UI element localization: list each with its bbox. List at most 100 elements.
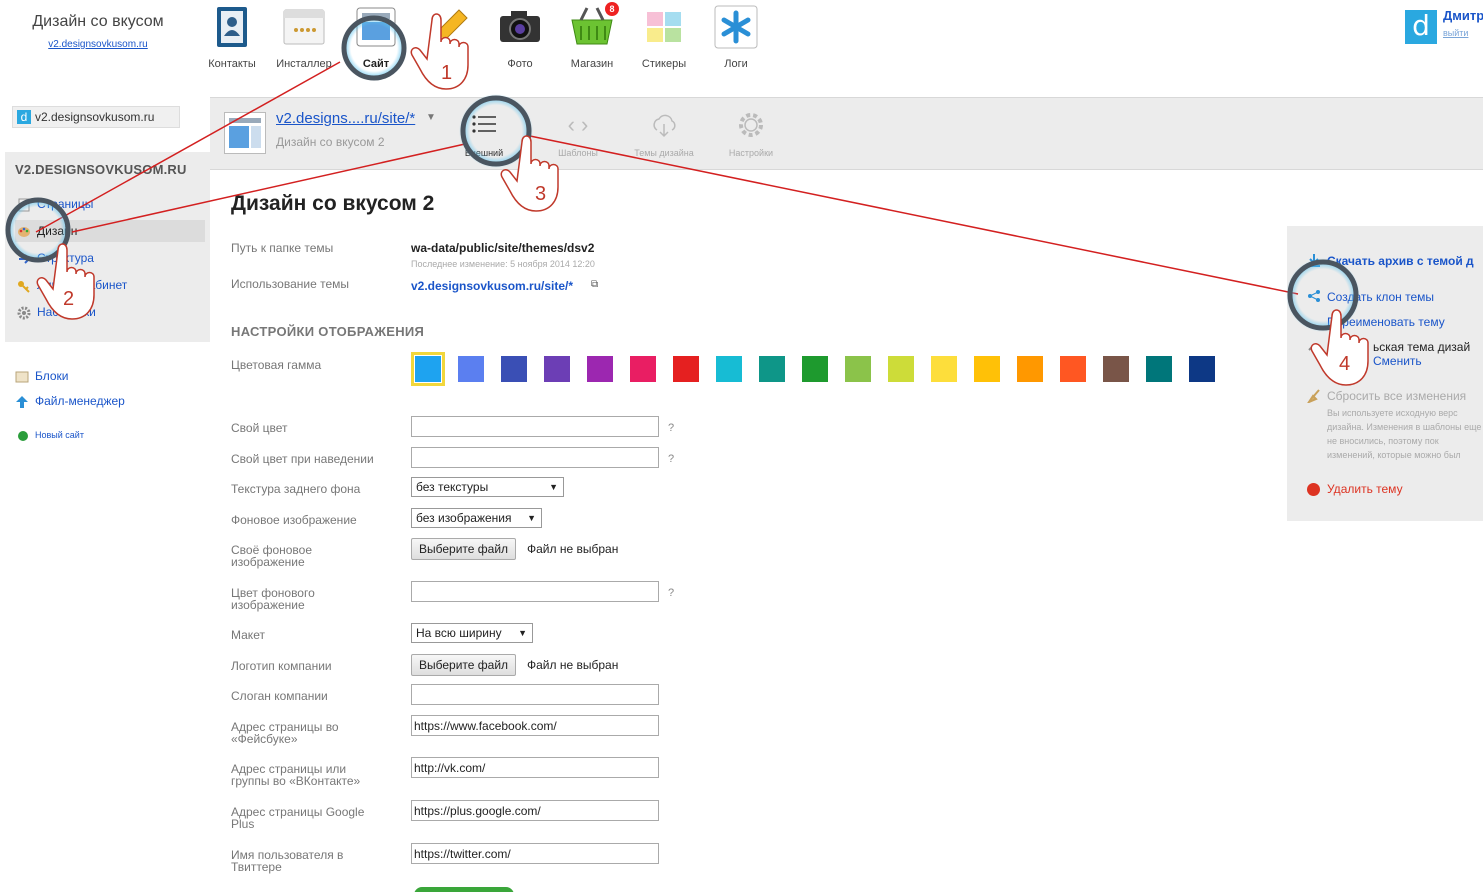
layout-value: На всю ширину	[416, 626, 502, 640]
facebook-input[interactable]	[411, 715, 659, 736]
own-hover-color-input[interactable]	[411, 447, 659, 468]
theme-usage-link[interactable]: v2.designsovkusom.ru/site/*	[411, 279, 573, 293]
no-file-text: Файл не выбран	[527, 542, 619, 556]
color-swatch[interactable]	[931, 356, 957, 382]
app-site[interactable]: Сайт	[344, 4, 408, 70]
tab-appearance[interactable]: Внешний	[444, 110, 524, 158]
color-swatch[interactable]	[845, 356, 871, 382]
app-label: Сайт	[362, 58, 390, 70]
tab-label: Темы дизайна	[634, 148, 694, 158]
new-site-link[interactable]: Новый сайт	[18, 430, 84, 441]
slogan-label: Слоган компании	[231, 689, 328, 703]
app-contacts[interactable]: Контакты	[200, 4, 264, 70]
bg-image-label: Фоновое изображение	[231, 513, 357, 527]
external-link-icon[interactable]: ⧉	[591, 279, 598, 290]
blocks-icon	[15, 370, 29, 384]
google-label: Адрес страницы Google Plus	[231, 805, 365, 831]
sidebar-item-design[interactable]: Дизайн	[15, 220, 205, 242]
tab-themes[interactable]: Темы дизайна	[624, 110, 704, 158]
color-swatch[interactable]	[458, 356, 484, 382]
clone-theme-link[interactable]: Создать клон темы	[1327, 290, 1434, 304]
delete-theme-link[interactable]: Удалить тему	[1327, 482, 1403, 496]
color-swatch[interactable]	[1017, 356, 1043, 382]
basket-icon: 8	[569, 2, 619, 50]
sidebar-item-cabinet[interactable]: Личный кабинет	[15, 274, 205, 296]
reset-changes-link: Сбросить все изменения	[1327, 389, 1467, 403]
site-selector[interactable]: d v2.designsovkusom.ru	[12, 106, 180, 128]
app-logs[interactable]: Логи	[704, 4, 768, 70]
change-parent-link[interactable]: Сменить	[1373, 354, 1422, 368]
color-swatch[interactable]	[759, 356, 785, 382]
theme-actions-panel: Скачать архив с темой д Создать клон тем…	[1287, 226, 1483, 521]
sidebar-item-pages[interactable]: Страницы	[15, 193, 205, 215]
vk-input[interactable]	[411, 757, 659, 778]
color-swatch[interactable]	[630, 356, 656, 382]
app-photo[interactable]: Фото	[488, 4, 552, 70]
slogan-input[interactable]	[411, 684, 659, 705]
color-swatch[interactable]	[716, 356, 742, 382]
app-label: Стикеры	[641, 58, 687, 70]
color-swatch[interactable]	[411, 352, 445, 386]
sidebar-item-settings[interactable]: Настройки	[15, 301, 205, 323]
logout-link[interactable]: выйти	[1443, 28, 1468, 38]
layout-select[interactable]: На всю ширину ▼	[411, 623, 533, 643]
color-swatch[interactable]	[974, 356, 1000, 382]
site-selector-label: v2.designsovkusom.ru	[35, 110, 155, 124]
color-swatch[interactable]	[1189, 356, 1215, 382]
sidebar-item-label: Дизайн	[37, 224, 78, 238]
download-theme-link[interactable]: Скачать архив с темой д	[1327, 254, 1474, 268]
broom-icon	[1306, 389, 1321, 405]
app-stickers[interactable]: Стикеры	[632, 4, 696, 70]
tab-label: Шаблоны	[558, 148, 598, 158]
app-label: Фото	[507, 58, 533, 70]
color-swatch[interactable]	[1146, 356, 1172, 382]
no-file-text: Файл не выбран	[527, 658, 619, 672]
structure-icon	[17, 251, 31, 265]
theme-thumbnail	[224, 112, 266, 154]
sidebar-item-structure[interactable]: Структура	[15, 247, 205, 269]
camera-icon	[497, 4, 543, 50]
help-icon[interactable]: ?	[668, 422, 674, 434]
brand: Дизайн со вкусом v2.designsovkusom.ru	[28, 13, 168, 50]
choose-bg-file-button[interactable]: Выберите файл	[411, 538, 517, 560]
delete-icon	[1307, 483, 1320, 496]
color-swatch[interactable]	[673, 356, 699, 382]
app-installer[interactable]: Инсталлер	[272, 4, 336, 70]
color-swatch[interactable]	[501, 356, 527, 382]
theme-route-link[interactable]: v2.designs....ru/site/*	[276, 110, 415, 127]
app-pencil[interactable]	[416, 4, 480, 50]
bg-texture-select[interactable]: без текстуры ▼	[411, 477, 564, 497]
choose-logo-file-button[interactable]: Выберите файл	[411, 654, 517, 676]
user-name[interactable]: Дмитр	[1443, 8, 1483, 23]
twitter-input[interactable]	[411, 843, 659, 864]
app-label: Контакты	[208, 58, 256, 70]
color-swatch[interactable]	[1060, 356, 1086, 382]
tab-settings[interactable]: Настройки	[711, 110, 791, 158]
bg-image-select[interactable]: без изображения ▼	[411, 508, 542, 528]
add-circle-icon	[18, 431, 28, 441]
tab-label: Настройки	[728, 148, 774, 158]
save-button[interactable]	[414, 887, 514, 892]
display-settings-heading: НАСТРОЙКИ ОТОБРАЖЕНИЯ	[231, 324, 425, 339]
tab-templates[interactable]: ‹ › Шаблоны	[538, 110, 618, 158]
chevron-down-icon[interactable]: ▼	[426, 112, 436, 123]
rename-theme-link[interactable]: Переименовать тему	[1327, 315, 1445, 329]
color-swatch[interactable]	[587, 356, 613, 382]
color-swatch[interactable]	[888, 356, 914, 382]
sidebar-link-blocks[interactable]: Блоки	[15, 369, 69, 383]
color-swatch[interactable]	[802, 356, 828, 382]
sidebar-link-file-manager[interactable]: Файл-менеджер	[15, 394, 125, 408]
help-icon[interactable]: ?	[668, 587, 674, 599]
color-swatch[interactable]	[1103, 356, 1129, 382]
google-input[interactable]	[411, 800, 659, 821]
app-shop[interactable]: 8 Магазин	[560, 2, 624, 70]
list-icon	[469, 110, 499, 140]
own-color-input[interactable]	[411, 416, 659, 437]
theme-path-value: wa-data/public/site/themes/dsv2	[411, 241, 595, 255]
color-swatch[interactable]	[544, 356, 570, 382]
brand-url-link[interactable]: v2.designsovkusom.ru	[28, 39, 168, 50]
help-icon[interactable]: ?	[668, 453, 674, 465]
bg-color-input[interactable]	[411, 581, 659, 602]
installer-icon	[281, 4, 327, 50]
sidebar-item-label: Личный кабинет	[37, 278, 128, 292]
